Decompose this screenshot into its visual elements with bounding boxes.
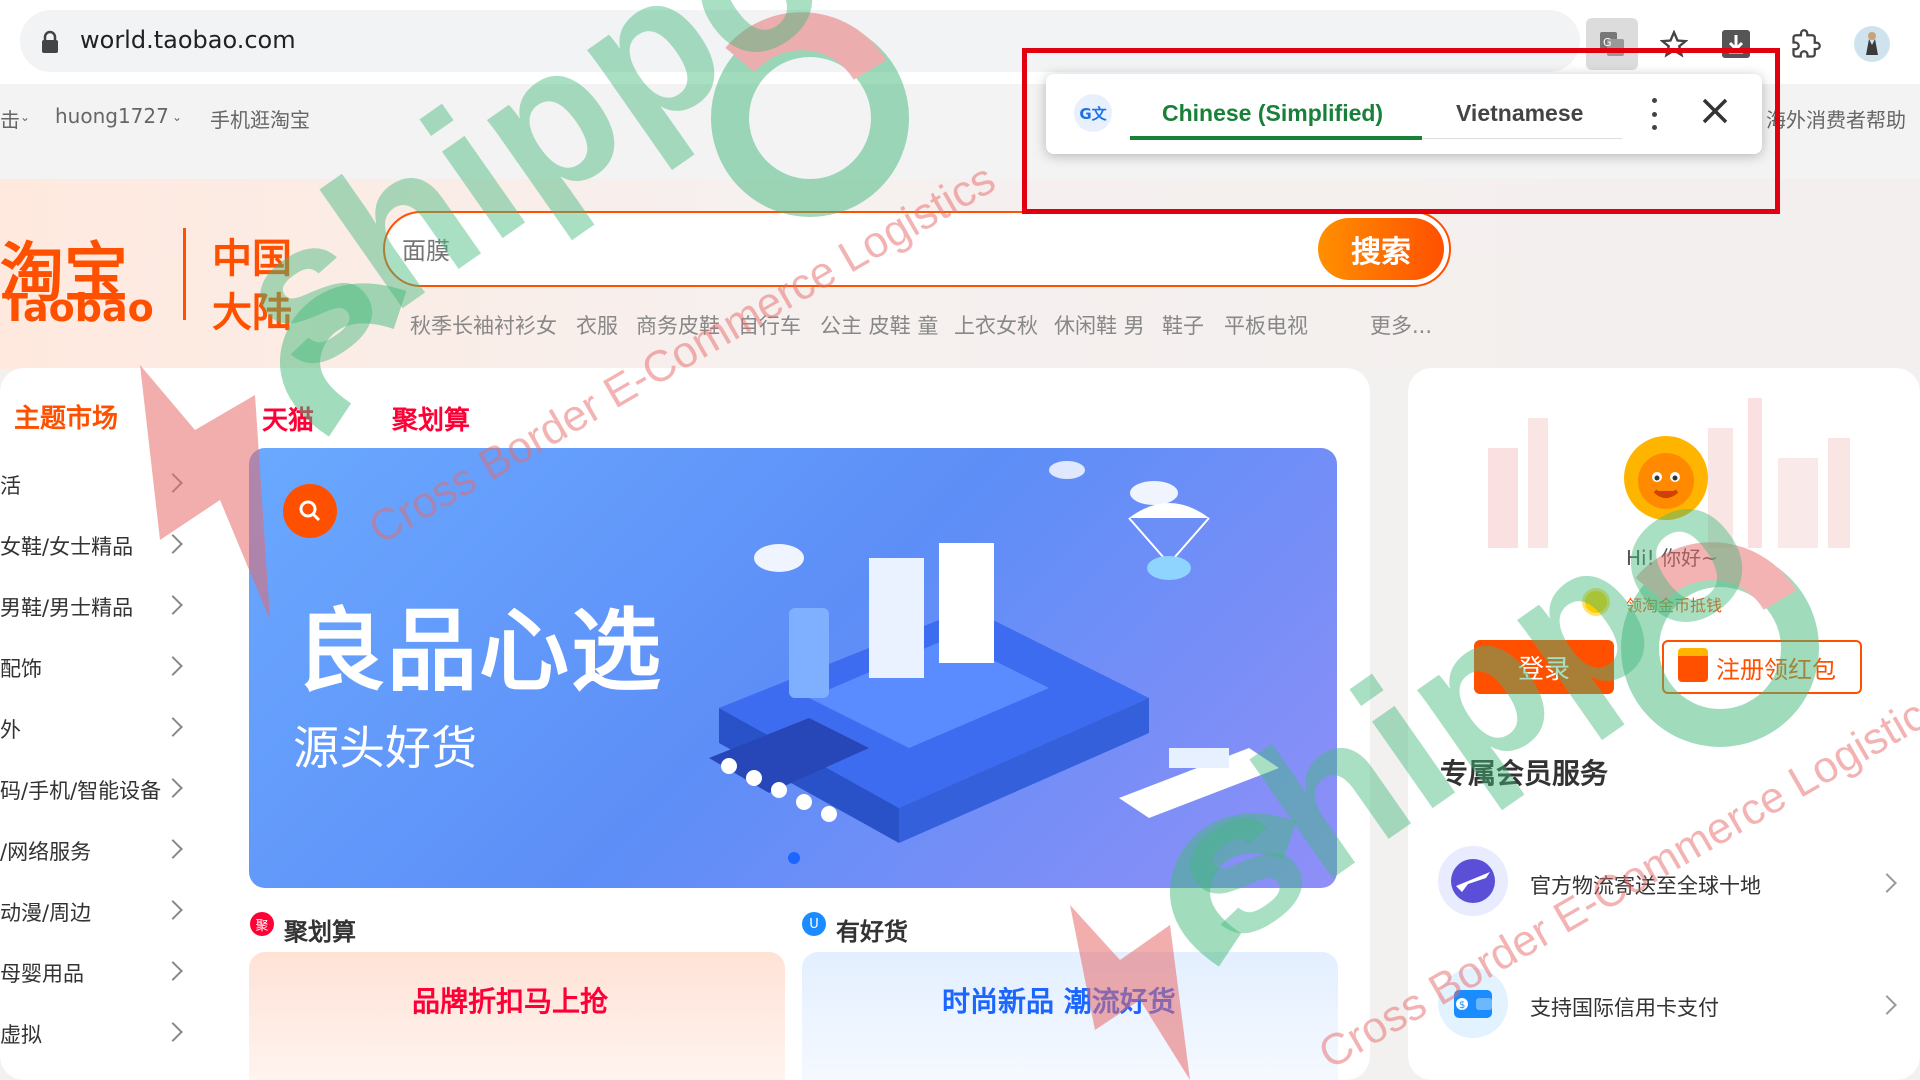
- search-button[interactable]: 搜索: [1318, 218, 1444, 280]
- hot-term[interactable]: 上衣女秋: [954, 310, 1038, 340]
- hot-term[interactable]: 公主 皮鞋 童: [820, 310, 938, 340]
- region-label-line1: 中国: [212, 236, 292, 282]
- category-item[interactable]: /网络服务: [0, 836, 91, 866]
- youhaohuo-card-title: 时尚新品 潮流好货: [942, 985, 1176, 1018]
- category-item[interactable]: 虚拟: [0, 1019, 42, 1049]
- avatar[interactable]: [1624, 436, 1708, 520]
- url-text[interactable]: world.taobao.com: [80, 26, 296, 54]
- extensions-icon[interactable]: [1780, 18, 1832, 70]
- region-label-line2: 大陆: [212, 290, 292, 336]
- highlight-annotation-box: [1022, 48, 1780, 214]
- hot-term[interactable]: 平板电视: [1224, 310, 1308, 340]
- hot-term[interactable]: 商务皮鞋: [636, 310, 720, 340]
- coin-icon: [1582, 588, 1610, 616]
- service-item[interactable]: 官方物流寄送至全球十地: [1530, 870, 1761, 900]
- juhuasuan-section-title[interactable]: 聚划算: [284, 912, 356, 947]
- tab-tmall[interactable]: 天猫: [262, 400, 314, 437]
- lock-icon[interactable]: [40, 30, 60, 54]
- mobile-taobao-link[interactable]: 手机逛淘宝: [210, 104, 310, 133]
- hot-term[interactable]: 秋季长袖衬衫女: [410, 310, 557, 340]
- juhuasuan-card-title: 品牌折扣马上抢: [412, 985, 609, 1018]
- airplane-icon: [1438, 846, 1508, 916]
- greeting-text: Hi! 你好~: [1626, 546, 1718, 570]
- hot-term[interactable]: 休闲鞋 男: [1054, 310, 1145, 340]
- category-item[interactable]: 活: [0, 470, 21, 500]
- category-item[interactable]: 码/手机/智能设备: [0, 775, 161, 805]
- banner-title: 良品心选: [295, 599, 663, 704]
- youhaohuo-badge-icon: U: [802, 912, 826, 936]
- chevron-down-icon: ⌄: [172, 110, 183, 124]
- category-item[interactable]: 女鞋/女士精品: [0, 531, 133, 561]
- youhaohuo-section-title[interactable]: 有好货: [836, 912, 908, 947]
- banner-subtitle: 源头好货: [293, 721, 477, 775]
- juhuasuan-badge-icon: 聚: [250, 912, 274, 936]
- username-link[interactable]: huong1727: [55, 104, 169, 128]
- login-button[interactable]: 登录: [1474, 640, 1614, 694]
- chevron-down-icon: ⌄: [20, 110, 31, 124]
- theme-market-title: 主题市场: [14, 404, 119, 434]
- service-item[interactable]: 支持国际信用卡支付: [1530, 992, 1719, 1022]
- red-envelope-icon: [1678, 648, 1708, 682]
- category-item[interactable]: 男鞋/男士精品: [0, 592, 133, 622]
- member-services-title: 专属会员服务: [1440, 757, 1609, 790]
- hot-term[interactable]: 衣服: [576, 310, 618, 340]
- logo-divider: [183, 228, 186, 320]
- category-item[interactable]: 母婴用品: [0, 958, 84, 988]
- svg-text:$: $: [1459, 1000, 1465, 1011]
- site-bar-fragment[interactable]: 击: [0, 104, 20, 133]
- hot-term[interactable]: 自行车: [738, 310, 801, 340]
- search-input[interactable]: [400, 236, 1304, 266]
- tab-juhuasuan[interactable]: 聚划算: [392, 400, 470, 437]
- coin-link[interactable]: 领淘金币抵钱: [1626, 592, 1722, 616]
- profile-icon[interactable]: [1846, 18, 1898, 70]
- category-item[interactable]: 外: [0, 714, 21, 744]
- more-terms-link[interactable]: 更多...: [1370, 310, 1432, 340]
- logo-english[interactable]: Taobao: [2, 286, 154, 330]
- category-item[interactable]: 配饰: [0, 653, 42, 683]
- category-item[interactable]: 动漫/周边: [0, 897, 91, 927]
- search-icon[interactable]: [283, 484, 337, 538]
- wallet-icon: $: [1438, 968, 1508, 1038]
- overseas-help-link[interactable]: 海外消费者帮助: [1766, 104, 1906, 133]
- carousel-dot[interactable]: [788, 852, 800, 864]
- hot-term[interactable]: 鞋子: [1162, 310, 1204, 340]
